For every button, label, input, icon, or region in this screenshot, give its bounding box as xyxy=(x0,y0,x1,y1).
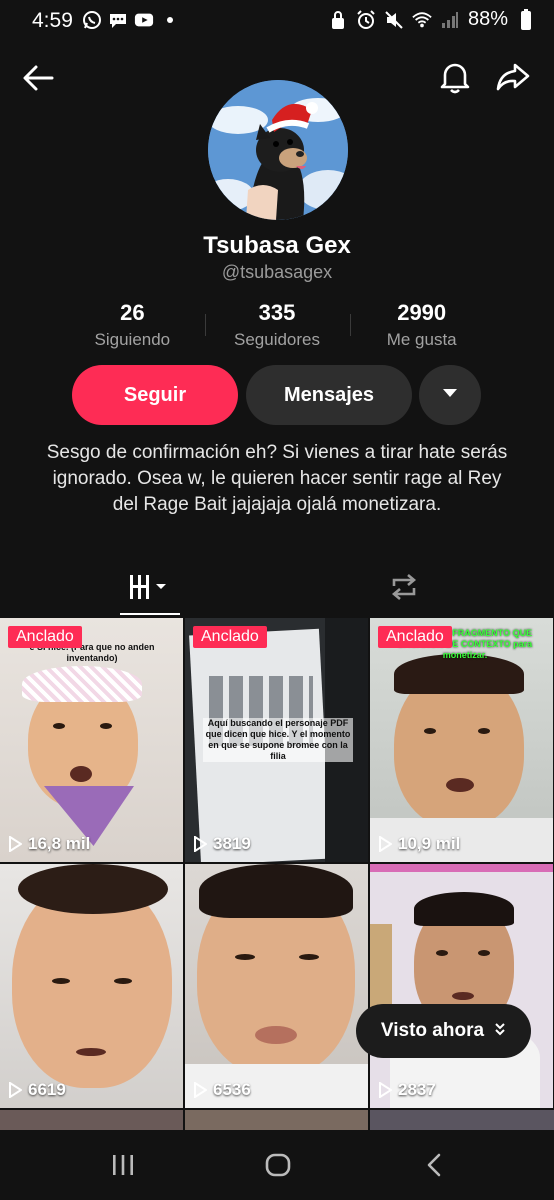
avatar[interactable] xyxy=(208,80,348,220)
nav-back-icon[interactable] xyxy=(414,1148,454,1182)
follow-button[interactable]: Seguir xyxy=(72,365,238,425)
view-count: 2837 xyxy=(378,1080,436,1100)
chevron-double-down-icon xyxy=(494,1020,506,1042)
view-count-value: 10,9 mil xyxy=(398,834,461,853)
dot-icon xyxy=(160,10,180,30)
active-tab-indicator xyxy=(120,613,180,615)
stat-following[interactable]: 26 Siguiendo xyxy=(60,300,205,354)
display-name: Tsubasa Gex xyxy=(203,232,351,259)
play-icon xyxy=(379,836,392,852)
video-thumbnail[interactable]: 2837 xyxy=(370,864,553,1108)
view-count-value: 3819 xyxy=(213,834,251,853)
more-options-button[interactable] xyxy=(419,365,481,425)
stat-followers-label: Seguidores xyxy=(234,330,321,349)
view-count: 16,8 mil xyxy=(8,834,90,854)
status-bar: 4:59 88% xyxy=(0,0,554,42)
message-button[interactable]: Mensajes xyxy=(246,365,412,425)
video-thumbnail[interactable]: 6619 xyxy=(0,864,183,1108)
caret-down-icon xyxy=(441,386,459,404)
view-count-value: 16,8 mil xyxy=(28,834,91,853)
lock-icon xyxy=(328,9,348,31)
battery-icon xyxy=(516,8,536,31)
profile-bio: Sesgo de confirmación eh? Si vienes a ti… xyxy=(46,442,508,515)
play-icon xyxy=(194,836,207,852)
video-thumbnail[interactable]: ESTE ES EL FRAGMENTO QUE SACARON DE CONT… xyxy=(370,618,553,862)
notification-icons xyxy=(82,10,180,30)
video-thumbnail[interactable] xyxy=(370,1110,554,1130)
seen-now-label: Visto ahora xyxy=(380,1020,485,1041)
video-thumbnail[interactable] xyxy=(0,1110,183,1130)
stat-likes-label: Me gusta xyxy=(386,330,457,349)
signal-icon xyxy=(440,9,460,31)
wifi-icon xyxy=(412,9,432,31)
video-thumbnail[interactable]: Aquí buscando el personaje PDF que dicen… xyxy=(185,618,368,862)
chat-icon xyxy=(108,10,128,30)
whatsapp-icon xyxy=(82,10,102,30)
tab-videos[interactable] xyxy=(120,566,180,612)
view-count-value: 2837 xyxy=(398,1080,436,1099)
play-icon xyxy=(9,1082,22,1098)
stat-followers[interactable]: 335 Seguidores xyxy=(205,300,350,354)
view-count: 6536 xyxy=(193,1080,251,1100)
stat-likes[interactable]: 2990 Me gusta xyxy=(349,300,494,354)
play-icon xyxy=(194,1082,207,1098)
tab-reposts[interactable] xyxy=(374,566,434,612)
stat-divider xyxy=(350,314,351,336)
username-handle: @tsubasagex xyxy=(221,262,333,282)
system-navigation-bar xyxy=(0,1130,554,1200)
video-thumbnail[interactable]: e SI hice. (Para que no anden inventando… xyxy=(0,618,183,862)
stat-followers-value: 335 xyxy=(258,300,296,325)
grid-icon xyxy=(128,572,172,607)
stat-divider xyxy=(205,314,206,336)
view-count-value: 6536 xyxy=(213,1080,251,1099)
battery-level: 88% xyxy=(467,8,508,30)
alarm-icon xyxy=(356,9,376,31)
view-count: 6619 xyxy=(8,1080,66,1100)
mute-icon xyxy=(384,9,404,31)
youtube-icon xyxy=(134,10,154,30)
pinned-badge: Anclado xyxy=(8,626,82,648)
view-count-value: 6619 xyxy=(28,1080,66,1099)
recents-icon[interactable] xyxy=(103,1148,143,1182)
system-icons: 88% xyxy=(328,8,536,31)
video-caption: Aquí buscando el personaje PDF que dicen… xyxy=(203,718,353,762)
profile-tabs xyxy=(0,566,554,618)
repost-icon xyxy=(388,572,420,607)
play-icon xyxy=(9,836,22,852)
video-thumbnail[interactable] xyxy=(185,1110,368,1130)
stat-following-label: Siguiendo xyxy=(94,330,171,349)
stat-following-value: 26 xyxy=(120,300,145,325)
status-time: 4:59 xyxy=(32,9,73,32)
pinned-badge: Anclado xyxy=(378,626,452,648)
profile-stats: 26 Siguiendo 335 Seguidores 2990 Me gust… xyxy=(60,300,494,354)
view-count: 10,9 mil xyxy=(378,834,460,854)
stat-likes-value: 2990 xyxy=(397,300,447,325)
seen-now-button[interactable]: Visto ahora xyxy=(356,1004,531,1058)
video-thumbnail[interactable]: 6536 xyxy=(185,864,368,1108)
bell-icon[interactable] xyxy=(436,58,474,96)
home-icon[interactable] xyxy=(258,1148,298,1182)
view-count: 3819 xyxy=(193,834,251,854)
share-icon[interactable] xyxy=(493,58,533,96)
pinned-badge: Anclado xyxy=(193,626,267,648)
play-icon xyxy=(379,1082,392,1098)
back-arrow-icon[interactable] xyxy=(20,60,56,96)
